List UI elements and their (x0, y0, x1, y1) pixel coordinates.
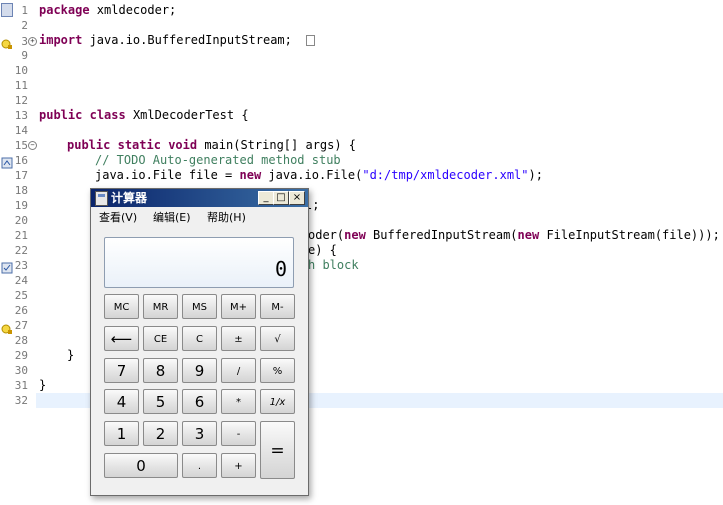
digit-1-button[interactable]: 1 (104, 421, 139, 446)
menu-help[interactable]: 帮助(H) (207, 209, 246, 227)
calculator-display: 0 (104, 237, 294, 288)
digit-2-button[interactable]: 2 (143, 421, 178, 446)
line-number: 16 (14, 154, 28, 167)
title-bar[interactable]: 计算器 _ □ × (91, 189, 308, 207)
line-number: 22 (14, 244, 28, 257)
display-value: 0 (274, 257, 287, 281)
line-number: 21 (14, 229, 28, 242)
window-title: 计算器 (111, 191, 148, 205)
override-icon (1, 154, 13, 169)
line-number: 11 (14, 79, 28, 92)
mr-button[interactable]: MR (143, 294, 178, 319)
line-number: 29 (14, 349, 28, 362)
line-number: 13 (14, 109, 28, 122)
line-number: 12 (14, 94, 28, 107)
line-number: 31 (14, 379, 28, 392)
line-number: 2 (21, 19, 28, 32)
line-number: 23 (14, 259, 28, 272)
mc-button[interactable]: MC (104, 294, 139, 319)
calculator-icon (95, 191, 108, 206)
code-line: public static void main(String[] args) { (67, 138, 357, 152)
reciprocal-button[interactable]: 1/x (260, 389, 295, 414)
plus-minus-button[interactable]: ± (221, 326, 256, 351)
expand-fold-icon[interactable]: + (28, 37, 37, 46)
line-number: 26 (14, 304, 28, 317)
line-number: 32 (14, 394, 28, 407)
digit-6-button[interactable]: 6 (182, 389, 217, 414)
overview-ruler (0, 0, 14, 505)
digit-5-button[interactable]: 5 (143, 389, 178, 414)
subtract-button[interactable]: - (221, 421, 256, 446)
collapse-fold-icon[interactable]: − (28, 141, 37, 150)
line-number: 9 (21, 49, 28, 62)
decimal-button[interactable]: . (182, 453, 217, 478)
ms-button[interactable]: MS (182, 294, 217, 319)
line-number: 3 (21, 35, 28, 48)
line-number: 20 (14, 214, 28, 227)
digit-7-button[interactable]: 7 (104, 358, 139, 383)
task-icon (1, 259, 13, 274)
m-plus-button[interactable]: M+ (221, 294, 256, 319)
code-line: h block (308, 258, 359, 272)
equals-button[interactable]: = (260, 421, 295, 479)
line-number: 15 (14, 139, 28, 152)
line-number: 1 (21, 4, 28, 17)
clear-button[interactable]: C (182, 326, 217, 351)
menu-view[interactable]: 查看(V) (99, 209, 137, 227)
code-line: package xmldecoder; (39, 3, 177, 17)
line-number: 18 (14, 184, 28, 197)
line-number: 27 (14, 319, 28, 332)
add-button[interactable]: + (221, 453, 256, 478)
warning-icon (1, 35, 13, 49)
digit-8-button[interactable]: 8 (143, 358, 178, 383)
minimize-button[interactable]: _ (258, 191, 274, 205)
code-line: } (39, 378, 47, 392)
line-number: 24 (14, 274, 28, 287)
calculator-window[interactable]: 计算器 _ □ × 查看(V) 编辑(E) 帮助(H) 0 MC MR MS M… (90, 188, 309, 496)
code-line: public class XmlDecoderTest { (39, 108, 249, 122)
divide-button[interactable]: / (221, 358, 256, 383)
digit-9-button[interactable]: 9 (182, 358, 217, 383)
multiply-button[interactable]: * (221, 389, 256, 414)
code-line: // TODO Auto-generated method stub (95, 153, 341, 167)
line-number: 10 (14, 64, 28, 77)
line-number: 25 (14, 289, 28, 302)
code-line: java.io.File file = new java.io.File("d:… (95, 168, 543, 182)
m-minus-button[interactable]: M- (260, 294, 295, 319)
percent-button[interactable]: % (260, 358, 295, 383)
digit-3-button[interactable]: 3 (182, 421, 217, 446)
line-number: 17 (14, 169, 28, 182)
line-number: 30 (14, 364, 28, 377)
line-number: 19 (14, 199, 28, 212)
sqrt-button[interactable]: √ (260, 326, 295, 351)
line-number: 14 (14, 124, 28, 137)
warning-icon (1, 320, 13, 334)
maximize-button[interactable]: □ (273, 191, 289, 205)
ce-button[interactable]: CE (143, 326, 178, 351)
file-icon (1, 3, 13, 17)
digit-0-button[interactable]: 0 (104, 453, 178, 478)
code-line: import java.io.BufferedInputStream; (39, 33, 315, 48)
code-line: oder(new BufferedInputStream(new FileInp… (308, 228, 720, 242)
digit-4-button[interactable]: 4 (104, 389, 139, 414)
code-line: e) { (308, 243, 337, 257)
code-line: } (67, 348, 75, 362)
collapsed-imports-icon[interactable] (305, 35, 315, 46)
line-number: 28 (14, 334, 28, 347)
menu-bar: 查看(V) 编辑(E) 帮助(H) (91, 209, 308, 227)
backspace-button[interactable]: ⟵ (104, 326, 139, 351)
menu-edit[interactable]: 编辑(E) (153, 209, 191, 227)
close-button[interactable]: × (289, 191, 305, 205)
